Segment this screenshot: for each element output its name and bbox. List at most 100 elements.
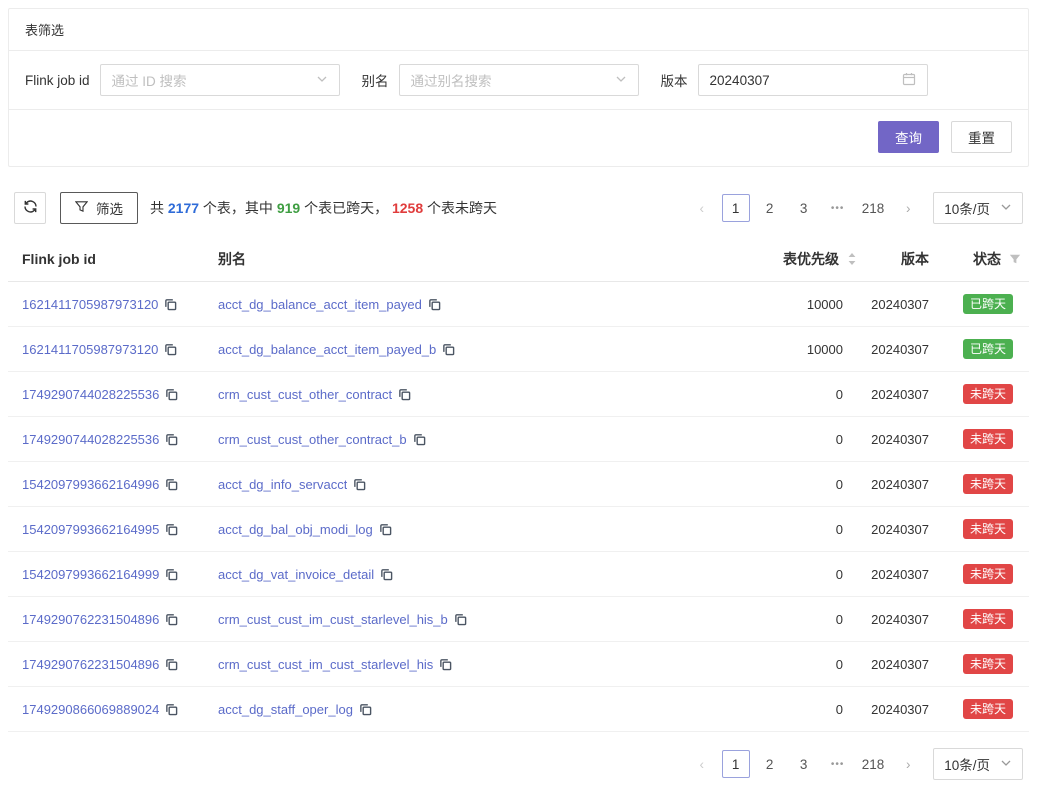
next-page-button[interactable]: › (894, 750, 922, 778)
column-filter-icon[interactable] (1009, 253, 1021, 265)
alias-link[interactable]: crm_cust_cust_im_cust_starlevel_his (218, 657, 433, 672)
flink-job-id-link[interactable]: 1749290744028225536 (22, 387, 159, 402)
copy-icon[interactable] (165, 388, 178, 401)
flink-job-id-link[interactable]: 1542097993662164996 (22, 477, 159, 492)
copy-icon[interactable] (164, 298, 177, 311)
page-button-1[interactable]: 1 (722, 194, 750, 222)
flink-job-id-link[interactable]: 1621411705987973120 (22, 342, 158, 357)
copy-icon[interactable] (165, 568, 178, 581)
chevron-down-icon (1000, 757, 1012, 772)
flink-job-id-link[interactable]: 1749290762231504896 (22, 657, 159, 672)
page-button-3[interactable]: 3 (790, 750, 818, 778)
reset-button[interactable]: 重置 (951, 121, 1012, 153)
flink-job-id-link[interactable]: 1621411705987973120 (22, 297, 158, 312)
job-id-cell: 1621411705987973120 (8, 342, 204, 357)
copy-icon[interactable] (359, 703, 372, 716)
copy-icon[interactable] (165, 478, 178, 491)
page-button-218[interactable]: 218 (858, 194, 889, 222)
version-value: 20240307 (871, 567, 929, 582)
copy-icon[interactable] (454, 613, 467, 626)
priority-value: 0 (836, 702, 843, 717)
copy-icon[interactable] (428, 298, 441, 311)
refresh-icon (23, 199, 38, 217)
priority-value: 0 (836, 567, 843, 582)
summary-text: 共 (150, 200, 168, 216)
alias-link[interactable]: crm_cust_cust_other_contract (218, 387, 392, 402)
col-header-flink-job-id[interactable]: Flink job id (8, 251, 204, 267)
flink-job-id-link[interactable]: 1749290866069889024 (22, 702, 159, 717)
page-button-2[interactable]: 2 (756, 750, 784, 778)
table-header-row: Flink job id 别名 表优先级 版本 状态 (8, 236, 1029, 282)
version-cell: 20240307 (857, 342, 943, 357)
sort-icon[interactable] (847, 252, 857, 266)
copy-icon[interactable] (165, 613, 178, 626)
copy-icon[interactable] (439, 658, 452, 671)
copy-icon[interactable] (165, 433, 178, 446)
alias-link[interactable]: acct_dg_info_servacct (218, 477, 347, 492)
status-cell: 已跨天 (943, 339, 1029, 359)
alias-link[interactable]: acct_dg_balance_acct_item_payed (218, 297, 422, 312)
copy-icon[interactable] (442, 343, 455, 356)
page-size-select[interactable]: 10条/页 (933, 192, 1023, 224)
priority-cell: 0 (727, 612, 857, 627)
status-badge: 未跨天 (963, 384, 1013, 404)
col-header-status[interactable]: 状态 (943, 249, 1029, 269)
summary-text: 个表已跨天， (300, 200, 392, 216)
version-cell: 20240307 (857, 522, 943, 537)
flink-job-id-link[interactable]: 1542097993662164995 (22, 522, 159, 537)
version-value: 20240307 (871, 342, 929, 357)
col-header-alias[interactable]: 别名 (204, 249, 727, 269)
page-button-2[interactable]: 2 (756, 194, 784, 222)
alias-select[interactable]: 通过别名搜索 (399, 64, 639, 96)
refresh-button[interactable] (14, 192, 46, 224)
alias-link[interactable]: crm_cust_cust_im_cust_starlevel_his_b (218, 612, 448, 627)
job-id-select[interactable]: 通过 ID 搜索 (100, 64, 340, 96)
flink-job-id-link[interactable]: 1749290744028225536 (22, 432, 159, 447)
flink-job-id-link[interactable]: 1542097993662164999 (22, 567, 159, 582)
alias-link[interactable]: acct_dg_staff_oper_log (218, 702, 353, 717)
flink-job-id-link[interactable]: 1749290762231504896 (22, 612, 159, 627)
table-row: 1542097993662164996 acct_dg_info_servacc… (8, 462, 1029, 507)
status-badge: 已跨天 (963, 339, 1013, 359)
prev-page-button[interactable]: ‹ (688, 194, 716, 222)
copy-icon[interactable] (165, 703, 178, 716)
job-id-cell: 1749290744028225536 (8, 387, 204, 402)
next-page-button[interactable]: › (894, 194, 922, 222)
alias-link[interactable]: acct_dg_bal_obj_modi_log (218, 522, 373, 537)
version-cell: 20240307 (857, 612, 943, 627)
version-value: 20240307 (871, 657, 929, 672)
table-row: 1542097993662164995 acct_dg_bal_obj_modi… (8, 507, 1029, 552)
status-badge: 未跨天 (963, 519, 1013, 539)
version-cell: 20240307 (857, 702, 943, 717)
alias-link[interactable]: crm_cust_cust_other_contract_b (218, 432, 407, 447)
copy-icon[interactable] (379, 523, 392, 536)
copy-icon[interactable] (398, 388, 411, 401)
status-badge: 未跨天 (963, 654, 1013, 674)
prev-page-button[interactable]: ‹ (688, 750, 716, 778)
page-button-1[interactable]: 1 (722, 750, 750, 778)
col-header-priority[interactable]: 表优先级 (727, 249, 857, 269)
job-id-placeholder: 通过 ID 搜索 (112, 70, 187, 90)
status-cell: 未跨天 (943, 384, 1029, 404)
copy-icon[interactable] (353, 478, 366, 491)
alias-link[interactable]: acct_dg_balance_acct_item_payed_b (218, 342, 436, 357)
priority-cell: 0 (727, 477, 857, 492)
copy-icon[interactable] (164, 343, 177, 356)
table-row: 1542097993662164999 acct_dg_vat_invoice_… (8, 552, 1029, 597)
version-date-input[interactable]: 20240307 (698, 64, 928, 96)
filter-toggle-button[interactable]: 筛选 (60, 192, 138, 224)
page-button-3[interactable]: 3 (790, 194, 818, 222)
version-label: 版本 (661, 70, 688, 90)
page-button-218[interactable]: 218 (858, 750, 889, 778)
copy-icon[interactable] (165, 658, 178, 671)
page-size-select[interactable]: 10条/页 (933, 748, 1023, 780)
alias-link[interactable]: acct_dg_vat_invoice_detail (218, 567, 374, 582)
page-size-label: 10条/页 (944, 198, 990, 218)
query-button[interactable]: 查询 (878, 121, 939, 153)
alias-field: 别名 通过别名搜索 (362, 64, 639, 96)
copy-icon[interactable] (413, 433, 426, 446)
copy-icon[interactable] (380, 568, 393, 581)
version-value: 20240307 (871, 477, 929, 492)
copy-icon[interactable] (165, 523, 178, 536)
status-badge: 未跨天 (963, 609, 1013, 629)
